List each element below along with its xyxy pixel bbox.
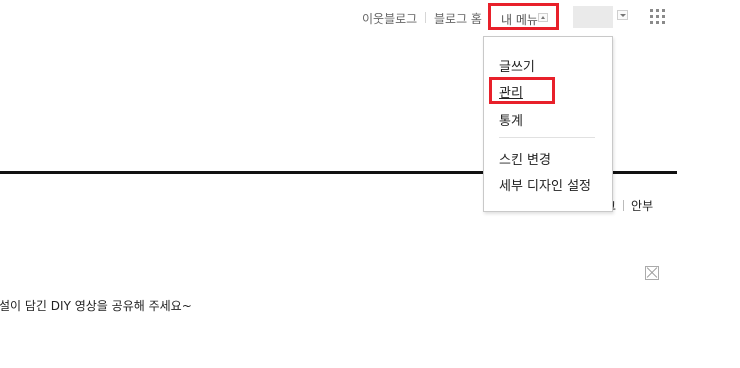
menu-item-detailed-design[interactable]: 세부 디자인 설정 <box>499 175 591 194</box>
menu-item-stats[interactable]: 통계 <box>499 110 523 129</box>
close-icon[interactable] <box>645 266 659 280</box>
my-menu-label: 내 메뉴 <box>501 13 538 27</box>
menu-item-change-skin[interactable]: 스킨 변경 <box>499 149 551 168</box>
account-avatar[interactable] <box>573 6 613 28</box>
menu-item-manage[interactable]: 관리 <box>499 82 523 101</box>
guestbook-link[interactable]: 안부 <box>631 199 653 213</box>
nav-separator <box>425 12 426 23</box>
blog-home-link[interactable]: 블로그 홈 <box>434 10 482 27</box>
link-separator <box>623 200 625 211</box>
menu-item-write[interactable]: 글쓰기 <box>499 56 535 75</box>
my-menu-dropdown: 글쓰기 관리 통계 스킨 변경 세부 디자인 설정 <box>483 36 613 212</box>
neighbor-blog-link[interactable]: 이웃블로그 <box>362 10 417 27</box>
top-navigation: 이웃블로그 블로그 홈 내 메뉴 <box>0 0 740 36</box>
grid-icon[interactable] <box>650 9 665 24</box>
caret-up-icon <box>538 13 548 22</box>
my-menu-button[interactable]: 내 메뉴 <box>488 3 559 30</box>
banner-text: 설이 담긴 DIY 영상을 공유해 주세요~ <box>0 299 192 313</box>
caret-down-icon[interactable] <box>617 10 628 20</box>
menu-divider <box>499 137 595 138</box>
